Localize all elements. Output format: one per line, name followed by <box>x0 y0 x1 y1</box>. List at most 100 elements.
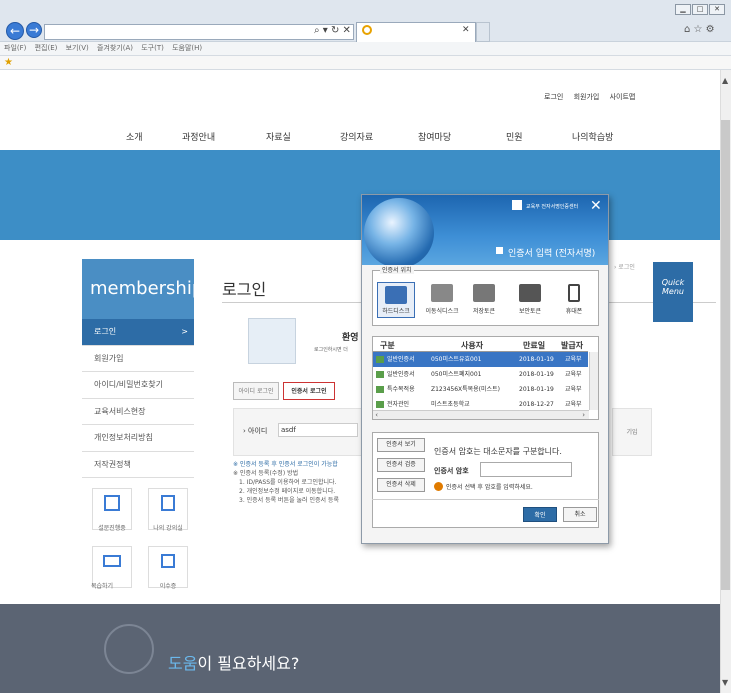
top-link-sitemap[interactable]: 사이트맵 <box>610 93 636 101</box>
nav-item-library[interactable]: 자료실 <box>266 130 291 143</box>
delete-cert-button[interactable]: 인증서 삭제 <box>377 478 425 492</box>
location-usb[interactable]: 이동식디스크 <box>424 284 460 315</box>
sidebar-item-label: 로그인 <box>94 327 117 336</box>
dialog-close-button[interactable]: ✕ <box>590 198 602 214</box>
forward-button[interactable]: → <box>26 22 42 38</box>
classroom-label: 나의 강의실 <box>153 525 183 532</box>
nav-item-civil[interactable]: 민원 <box>506 130 523 143</box>
warning-icon <box>434 482 443 491</box>
browser-tab[interactable] <box>356 22 476 42</box>
cell-user: 050미스트폐지001 <box>431 371 482 378</box>
cert-location-label: 인증서 위치 <box>380 265 414 274</box>
certificate-label: 이수증 <box>159 583 177 590</box>
scroll-down-icon[interactable]: ▼ <box>722 678 728 687</box>
tab-close-icon[interactable]: ✕ <box>462 25 470 35</box>
location-phone[interactable]: 휴대폰 <box>556 284 592 315</box>
cell-user: 050미스트유효001 <box>431 356 482 363</box>
welcome-title: 환영 <box>342 333 359 343</box>
cell-type: 특수목적용 <box>387 386 415 393</box>
menu-help[interactable]: 도움말(H) <box>172 44 202 52</box>
sidebar-item-login[interactable]: 로그인 > <box>82 319 194 346</box>
chevron-right-icon: > <box>181 327 188 336</box>
sidebar-item-privacy[interactable]: 개인정보처리방침 <box>82 425 194 452</box>
ok-button[interactable]: 확인 <box>523 507 557 522</box>
help-text: 도움이 필요하세요? <box>168 650 299 674</box>
table-row[interactable]: 일반인증서 050미스트폐지001 2018-01-19 교육부 <box>373 367 588 382</box>
security-token-icon <box>519 284 541 302</box>
home-icon[interactable]: ⌂ ☆ ⚙ <box>684 24 715 35</box>
sidebar-item-find-account[interactable]: 아이디/비밀번호찾기 <box>82 372 194 399</box>
view-cert-button[interactable]: 인증서 보기 <box>377 438 425 452</box>
dialog-title: 인증서 입력 (전자서명) <box>508 249 596 259</box>
token-icon <box>473 284 495 302</box>
menu-favorites[interactable]: 즐겨찾기(A) <box>97 44 133 52</box>
maximize-button[interactable]: □ <box>692 4 708 15</box>
quick-menu[interactable]: Quick Menu <box>653 262 693 322</box>
cert-type-icon <box>376 386 384 393</box>
register-side: 기입 <box>612 408 652 456</box>
nav-item-intro[interactable]: 소개 <box>126 130 143 143</box>
breadcrumb: › 로그인 <box>614 264 635 271</box>
nav-item-mystudy[interactable]: 나의학습방 <box>572 130 613 143</box>
new-tab-button[interactable] <box>476 22 490 42</box>
scroll-up-icon[interactable]: ▲ <box>722 76 728 85</box>
sidebar-item-copyright[interactable]: 저작권정책 <box>82 451 194 478</box>
table-vscrollbar[interactable] <box>589 352 598 410</box>
menu-view[interactable]: 보기(V) <box>66 44 89 52</box>
cell-issuer: 교육부 <box>565 371 582 378</box>
sidebar-item-edu-service[interactable]: 교육서비스현장 <box>82 398 194 425</box>
table-hscrollbar[interactable]: ‹ › <box>373 410 589 419</box>
cell-expiry: 2018-01-19 <box>519 386 554 393</box>
address-bar[interactable] <box>44 24 354 40</box>
survey-label: 설문진행중 <box>98 525 126 532</box>
nav-item-course[interactable]: 과정안내 <box>182 130 215 143</box>
sidebar-title: membership <box>90 278 204 299</box>
tab-id-login[interactable]: 아이디 로그인 <box>233 382 279 400</box>
harddisk-icon <box>385 286 407 304</box>
cert-password-input[interactable] <box>480 462 572 477</box>
location-save-token[interactable]: 저장토큰 <box>466 284 502 315</box>
nav-item-lecture[interactable]: 강의자료 <box>340 130 373 143</box>
cert-type-icon <box>376 371 384 378</box>
sidebar-item-join[interactable]: 회원가입 <box>82 345 194 372</box>
close-window-button[interactable]: ✕ <box>709 4 725 15</box>
location-label: 휴대폰 <box>565 308 583 315</box>
top-links: 로그인 회원가입 사이트맵 <box>536 92 635 102</box>
verify-cert-button[interactable]: 인증서 검증 <box>377 458 425 472</box>
cell-user: Z123456X특목용(미스트) <box>431 386 500 393</box>
favorites-star-icon[interactable]: ★ <box>4 57 13 68</box>
id-input[interactable]: asdf <box>278 423 358 437</box>
menu-edit[interactable]: 편집(E) <box>35 44 58 52</box>
top-link-join[interactable]: 회원가입 <box>574 93 600 101</box>
col-header-issuer: 발급자 <box>561 341 584 350</box>
menu-tools[interactable]: 도구(T) <box>141 44 164 52</box>
scrollbar-thumb[interactable] <box>721 120 730 590</box>
minimize-button[interactable]: ▁ <box>675 4 691 15</box>
hero-banner <box>0 150 720 240</box>
location-label: 저장토큰 <box>472 308 496 315</box>
notes-head: ※ 인증서 등록(수정) 방법 <box>233 470 299 477</box>
menu-bar: 파일(F) 편집(E) 보기(V) 즐겨찾기(A) 도구(T) 도움말(H) <box>0 42 731 56</box>
notes-line: 1. ID/PASS를 이용하여 로그인합니다. <box>239 479 337 486</box>
top-link-login[interactable]: 로그인 <box>544 93 563 101</box>
col-header-type: 구분 <box>380 341 395 350</box>
location-harddisk[interactable]: 하드디스크 <box>377 282 415 318</box>
nav-item-community[interactable]: 참여마당 <box>418 130 451 143</box>
help-rest: 이 필요하세요? <box>197 654 300 673</box>
password-label: 인증서 암호 <box>434 467 469 475</box>
tab-cert-login[interactable]: 인증서 로그인 <box>283 382 335 400</box>
headset-icon <box>104 624 154 674</box>
cancel-button[interactable]: 취소 <box>563 507 597 522</box>
dialog-title-icon <box>496 247 503 254</box>
back-button[interactable]: ← <box>6 22 24 40</box>
menu-file[interactable]: 파일(F) <box>4 44 26 52</box>
table-row[interactable]: 일반인증서 050미스트유효001 2018-01-19 교육부 <box>373 352 588 367</box>
location-label: 하드디스크 <box>382 308 410 315</box>
id-label: › 아이디 <box>243 427 268 435</box>
password-warning: 인증서 선택 후 암호를 입력하세요. <box>446 484 533 491</box>
tab-favicon-icon <box>362 25 372 35</box>
welcome-subtitle: 로그인하시면 더 <box>314 347 348 353</box>
location-security-token[interactable]: 보안토큰 <box>512 284 548 315</box>
address-tools[interactable]: ⌕ ▾ ↻ ✕ <box>314 25 351 36</box>
table-row[interactable]: 특수목적용 Z123456X특목용(미스트) 2018-01-19 교육부 <box>373 382 588 397</box>
